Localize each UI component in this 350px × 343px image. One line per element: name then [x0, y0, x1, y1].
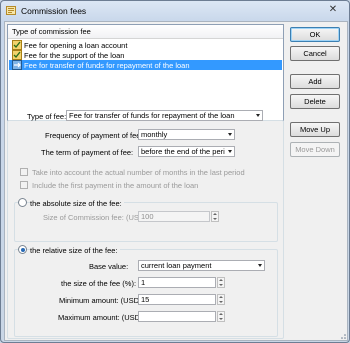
type-of-fee-label: Type of fee: — [27, 112, 67, 121]
absolute-fee-label: the absolute size of the fee: — [30, 199, 124, 208]
fee-list-item-label: Fee for transfer of funds for repayment … — [24, 61, 190, 70]
resize-grip-icon[interactable] — [337, 332, 347, 340]
cancel-button[interactable]: Cancel — [290, 46, 340, 61]
arrow-up-icon — [219, 296, 223, 298]
fee-size-input[interactable]: 1 — [138, 277, 216, 288]
fee-list-item-label: Fee for the support of the loan — [24, 51, 125, 60]
fee-size-stepper[interactable] — [217, 277, 225, 288]
absolute-fee-group — [14, 202, 278, 242]
fee-list-item[interactable]: Fee for opening a loan account — [9, 40, 282, 50]
frequency-label: Frequency of payment of fee: — [45, 131, 143, 140]
min-amount-input[interactable]: 15 — [138, 294, 216, 305]
checked-item-icon — [12, 40, 22, 50]
max-amount-label: Maximum amount: (USD): — [58, 313, 145, 322]
move-down-button: Move Down — [290, 142, 340, 157]
arrow-down-icon — [219, 301, 223, 303]
chevron-down-icon — [258, 264, 262, 267]
commission-fees-window: Commission fees ✕ Type of commission fee… — [0, 0, 350, 343]
title-bar: Commission fees ✕ — [1, 1, 349, 21]
arrow-up-icon — [213, 213, 217, 215]
transfer-item-icon — [12, 60, 22, 70]
add-button[interactable]: Add — [290, 74, 340, 89]
dialog-body: Type of commission fee Fee for opening a… — [4, 21, 348, 341]
take-into-account-checkbox — [20, 168, 28, 176]
close-icon[interactable]: ✕ — [326, 4, 340, 16]
commission-size-input: 100 — [138, 211, 210, 222]
relative-fee-radio[interactable] — [18, 245, 27, 254]
frequency-select[interactable]: monthly — [138, 129, 235, 140]
max-amount-stepper[interactable] — [217, 311, 225, 322]
arrow-down-icon — [213, 218, 217, 220]
app-icon — [6, 6, 16, 15]
fee-size-label: the size of the fee (%): — [61, 279, 137, 288]
min-amount-label: Minimum amount: (USD): — [59, 296, 144, 305]
commission-size-stepper — [211, 211, 219, 222]
arrow-up-icon — [219, 313, 223, 315]
commission-size-label: Size of Commission fee: (USD): — [43, 213, 149, 222]
move-up-button[interactable]: Move Up — [290, 122, 340, 137]
delete-button[interactable]: Delete — [290, 94, 340, 109]
arrow-down-icon — [219, 284, 223, 286]
term-label: The term of payment of fee: — [41, 148, 134, 157]
include-first-payment-label: Include the first payment in the amount … — [32, 181, 199, 190]
base-value-label: Base value: — [89, 262, 129, 271]
absolute-fee-radio[interactable] — [18, 198, 27, 207]
max-amount-input[interactable] — [138, 311, 216, 322]
take-into-account-label: Take into account the actual number of m… — [32, 168, 245, 177]
fee-list-header[interactable]: Type of commission fee — [8, 25, 283, 39]
type-of-fee-select[interactable]: Fee for transfer of funds for repayment … — [66, 110, 263, 121]
min-amount-stepper[interactable] — [217, 294, 225, 305]
fee-list-item-label: Fee for opening a loan account — [24, 41, 128, 50]
ok-button[interactable]: OK — [290, 27, 340, 42]
base-value-select[interactable]: current loan payment — [138, 260, 265, 271]
chevron-down-icon — [228, 133, 232, 136]
include-first-payment-checkbox — [20, 181, 28, 189]
arrow-up-icon — [219, 279, 223, 281]
chevron-down-icon — [256, 114, 260, 117]
checked-item-icon — [12, 50, 22, 60]
fee-list[interactable]: Type of commission fee Fee for opening a… — [7, 24, 284, 121]
chevron-down-icon — [228, 150, 232, 153]
fee-list-item[interactable]: Fee for the support of the loan — [9, 50, 282, 60]
arrow-down-icon — [219, 318, 223, 320]
term-select[interactable]: before the end of the peri — [138, 146, 235, 157]
window-title: Commission fees — [21, 6, 87, 16]
fee-list-item-selected[interactable]: Fee for transfer of funds for repayment … — [9, 60, 282, 70]
relative-fee-label: the relative size of the fee: — [30, 246, 120, 255]
